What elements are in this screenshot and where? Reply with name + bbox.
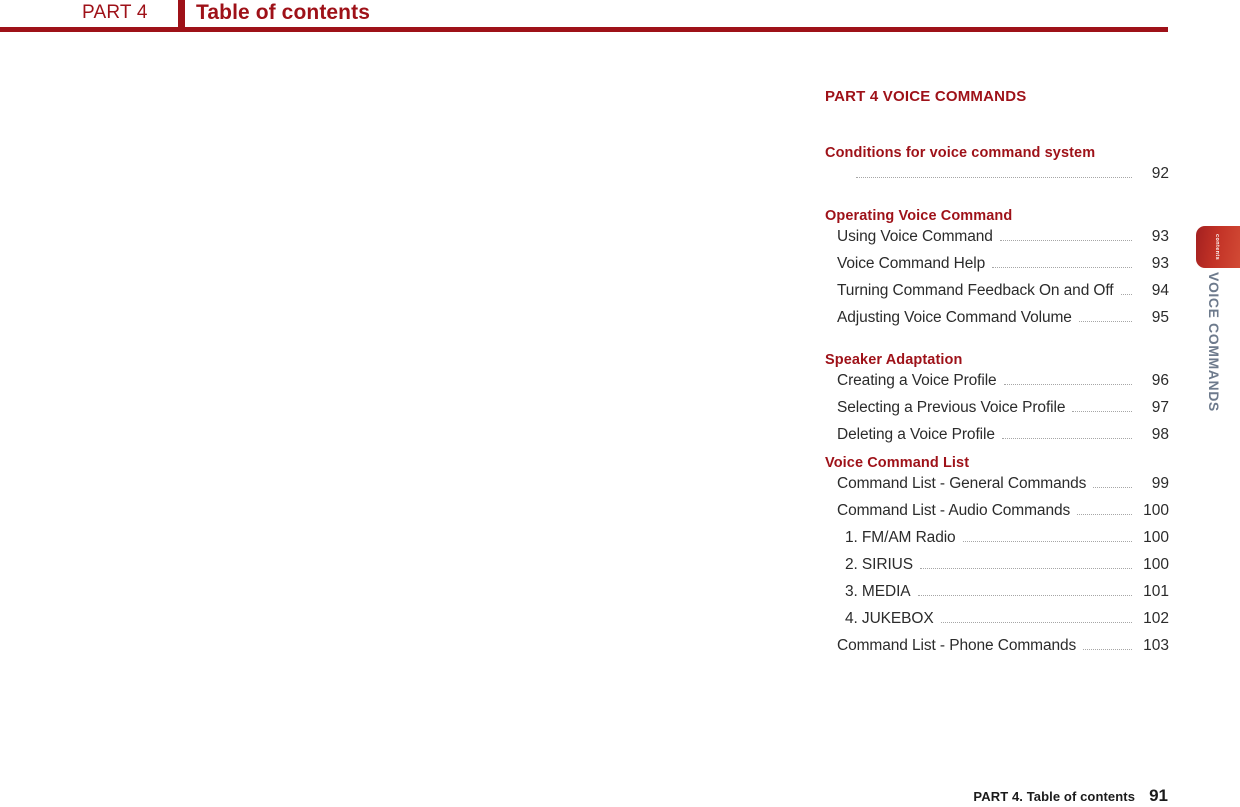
toc-section-list: Conditions for voice command system 92 Ope… bbox=[825, 143, 1169, 664]
toc-entry[interactable]: 3. MEDIA 101 bbox=[845, 583, 1169, 610]
toc-leader-dots bbox=[962, 540, 1132, 542]
toc-entry[interactable]: 92 bbox=[849, 165, 1169, 192]
toc-entry-label: Deleting a Voice Profile bbox=[837, 426, 995, 443]
toc-entry-label: Command List - Audio Commands bbox=[837, 502, 1071, 519]
toc-leader-dots bbox=[856, 176, 1132, 178]
toc-leader-dots bbox=[1093, 486, 1132, 488]
toc-entry[interactable]: Voice Command Help 93 bbox=[837, 255, 1169, 282]
toc-leader-dots bbox=[1078, 320, 1132, 322]
toc-entry-page-number: 93 bbox=[1151, 228, 1169, 245]
toc-section: Voice Command List Command List - General… bbox=[825, 453, 1169, 664]
toc-entry-page-number: 93 bbox=[1151, 255, 1169, 272]
toc-entry-page-number: 95 bbox=[1151, 309, 1169, 326]
toc-entry-page-number: 92 bbox=[1151, 165, 1169, 182]
toc-section-gap bbox=[825, 192, 1169, 206]
page-title: Table of contents bbox=[196, 1, 370, 24]
toc-section: Speaker Adaptation Creating a Voice Profi… bbox=[825, 350, 1169, 453]
toc-entry-page-number: 102 bbox=[1143, 610, 1169, 627]
toc-entry[interactable]: Selecting a Previous Voice Profile 97 bbox=[837, 399, 1169, 426]
toc-entry-label: Adjusting Voice Command Volume bbox=[837, 309, 1072, 326]
toc-leader-dots bbox=[1083, 648, 1132, 650]
footer-page-number: 91 bbox=[1149, 786, 1168, 805]
toc-entry[interactable]: Command List - Audio Commands 100 bbox=[837, 502, 1169, 529]
toc-entry[interactable]: 4. JUKEBOX 102 bbox=[845, 610, 1169, 637]
toc-entry[interactable]: 2. SIRIUS 100 bbox=[845, 556, 1169, 583]
header-rule bbox=[0, 27, 1168, 32]
toc-entry-page-number: 98 bbox=[1151, 426, 1169, 443]
toc-leader-dots bbox=[940, 621, 1132, 623]
footer-label: PART 4. Table of contents bbox=[973, 789, 1136, 804]
toc-leader-dots bbox=[999, 239, 1132, 241]
toc-part-title: PART 4 VOICE COMMANDS bbox=[825, 88, 1027, 105]
toc-entry-page-number: 100 bbox=[1143, 556, 1169, 573]
toc-entry-page-number: 94 bbox=[1151, 282, 1169, 299]
toc-entry-label: 1. FM/AM Radio bbox=[845, 529, 956, 546]
toc-entry-page-number: 97 bbox=[1151, 399, 1169, 416]
toc-section-gap bbox=[825, 336, 1169, 350]
toc-entry[interactable]: Command List - Phone Commands 103 bbox=[837, 637, 1169, 664]
side-tab-contents-label: contents bbox=[1214, 233, 1220, 261]
toc-entry-label: Creating a Voice Profile bbox=[837, 372, 997, 389]
toc-entry-label: Voice Command Help bbox=[837, 255, 986, 272]
toc-entry-label: 3. MEDIA bbox=[845, 583, 911, 600]
toc-entry-label: Command List - Phone Commands bbox=[837, 637, 1077, 654]
toc-section: Conditions for voice command system 92 bbox=[825, 143, 1169, 192]
toc-entry-label: Turning Command Feedback On and Off bbox=[837, 282, 1114, 299]
toc-entry-label: Selecting a Previous Voice Profile bbox=[837, 399, 1066, 416]
page-header: PART 4 Table of contents bbox=[0, 0, 1168, 34]
toc-leader-dots bbox=[1077, 513, 1132, 515]
toc-leader-dots bbox=[1001, 437, 1132, 439]
toc-entry-page-number: 99 bbox=[1151, 475, 1169, 492]
toc-entry-label: 4. JUKEBOX bbox=[845, 610, 934, 627]
side-tab-contents[interactable]: contents bbox=[1196, 226, 1240, 268]
toc-leader-dots bbox=[992, 266, 1132, 268]
toc-leader-dots bbox=[920, 567, 1132, 569]
toc-entry[interactable]: Creating a Voice Profile 96 bbox=[837, 372, 1169, 399]
toc-leader-dots bbox=[1003, 383, 1132, 385]
page-footer: PART 4. Table of contents 91 bbox=[0, 786, 1168, 806]
toc-entry[interactable]: 1. FM/AM Radio 100 bbox=[845, 529, 1169, 556]
toc-entry[interactable]: Using Voice Command 93 bbox=[837, 228, 1169, 255]
toc-entry-label: Command List - General Commands bbox=[837, 475, 1087, 492]
toc-leader-dots bbox=[1072, 410, 1132, 412]
toc-entry[interactable]: Adjusting Voice Command Volume 95 bbox=[837, 309, 1169, 336]
toc-entry-page-number: 100 bbox=[1143, 529, 1169, 546]
toc-section-heading[interactable]: Conditions for voice command system bbox=[825, 143, 1169, 163]
toc-leader-dots bbox=[1120, 293, 1132, 295]
toc-leader-dots bbox=[917, 594, 1132, 596]
toc-section-heading[interactable]: Operating Voice Command bbox=[825, 206, 1169, 226]
toc-entry-label: 2. SIRIUS bbox=[845, 556, 914, 573]
toc-entry-page-number: 103 bbox=[1143, 637, 1169, 654]
toc-section: Operating Voice Command Using Voice Comma… bbox=[825, 206, 1169, 336]
table-of-contents: PART 4 VOICE COMMANDS Conditions for voi… bbox=[825, 88, 1169, 664]
toc-entry[interactable]: Deleting a Voice Profile 98 bbox=[837, 426, 1169, 453]
header-part-label: PART 4 bbox=[82, 2, 148, 23]
toc-section-heading[interactable]: Voice Command List bbox=[825, 453, 1169, 473]
toc-entry[interactable]: Command List - General Commands 99 bbox=[837, 475, 1169, 502]
toc-entry-label: Using Voice Command bbox=[837, 228, 993, 245]
toc-entry-page-number: 101 bbox=[1143, 583, 1169, 600]
header-divider bbox=[178, 0, 185, 30]
toc-entry-page-number: 96 bbox=[1151, 372, 1169, 389]
toc-entry-page-number: 100 bbox=[1143, 502, 1169, 519]
side-part-vertical-label: VOICE COMMANDS bbox=[1206, 272, 1222, 412]
toc-entry[interactable]: Turning Command Feedback On and Off 94 bbox=[837, 282, 1169, 309]
toc-section-heading[interactable]: Speaker Adaptation bbox=[825, 350, 1169, 370]
